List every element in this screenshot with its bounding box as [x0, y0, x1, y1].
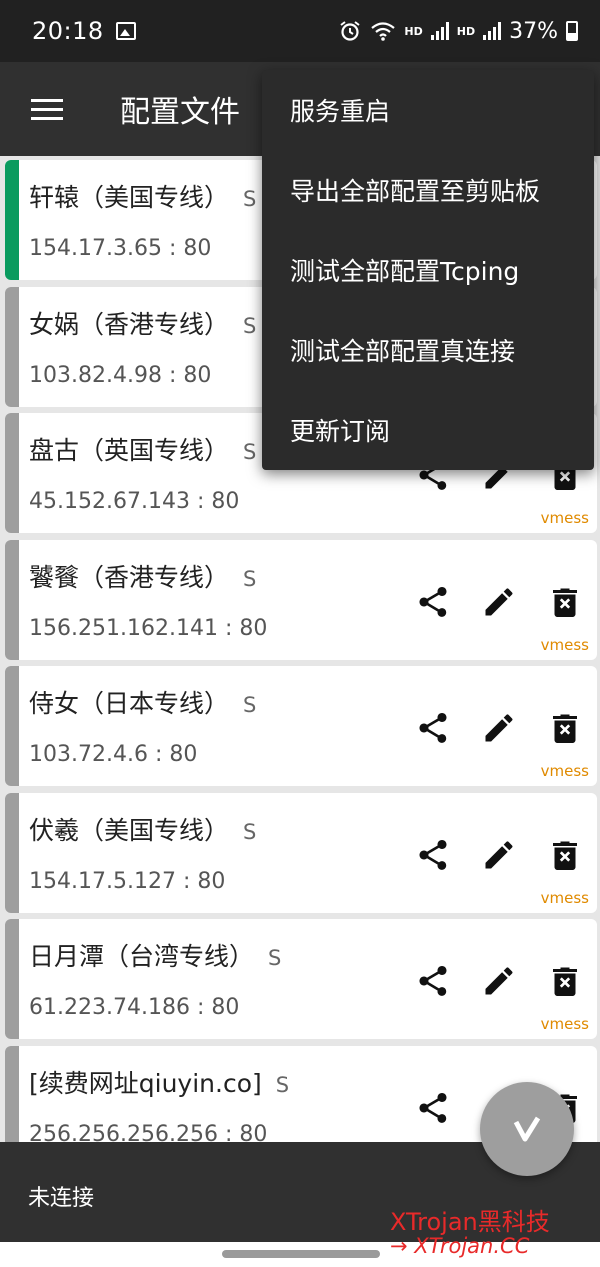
delete-icon[interactable] — [547, 837, 583, 873]
server-subscription-tag: S — [243, 693, 257, 717]
alarm-icon — [340, 21, 361, 41]
v-logo-icon — [513, 1116, 541, 1142]
overflow-menu: 服务重启 导出全部配置至剪贴板 测试全部配置Tcping 测试全部配置真连接 更… — [262, 70, 594, 470]
server-name: [续费网址qiuyin.co] — [29, 1068, 262, 1098]
battery-percent: 37% — [509, 18, 558, 44]
server-subscription-tag: S — [243, 819, 257, 844]
share-icon[interactable] — [415, 584, 451, 620]
hd-label: HD — [456, 24, 476, 38]
page-title: 配置文件 — [120, 95, 240, 130]
watermark-url: → XTrojan.CC — [390, 1234, 530, 1258]
share-icon[interactable] — [415, 710, 451, 746]
edit-icon[interactable] — [481, 710, 517, 746]
menu-item-export-all-to-clipboard[interactable]: 导出全部配置至剪贴板 — [262, 150, 594, 230]
selection-indicator — [5, 792, 19, 913]
selection-indicator — [5, 539, 19, 660]
wifi-icon — [371, 22, 396, 41]
server-subscription-tag: S — [243, 313, 257, 338]
menu-item-update-subscription[interactable]: 更新订阅 — [262, 390, 594, 470]
server-subscription-tag: S — [275, 1072, 290, 1097]
image-icon — [115, 22, 136, 40]
protocol-type: vmess — [540, 509, 589, 527]
selection-indicator — [5, 413, 19, 533]
server-name: 轩辕（美国专线） — [29, 183, 230, 212]
home-gesture-handle[interactable] — [222, 1250, 380, 1258]
server-address: 45.152.67.143 : 80 — [29, 489, 240, 514]
protocol-type: vmess — [540, 762, 589, 780]
connect-fab-button[interactable] — [480, 1082, 574, 1176]
server-address: 61.223.74.186 : 80 — [29, 995, 240, 1020]
edit-icon[interactable] — [481, 584, 517, 620]
server-actions — [415, 584, 583, 620]
server-address: 154.17.3.65 : 80 — [29, 236, 212, 261]
protocol-type: vmess — [540, 635, 589, 654]
share-icon[interactable] — [415, 837, 451, 873]
server-actions — [415, 710, 583, 746]
status-icons: HD HD 37% — [338, 19, 578, 44]
selection-indicator — [5, 160, 19, 280]
protocol-type: vmess — [540, 1015, 589, 1033]
delete-icon[interactable] — [547, 963, 583, 999]
server-name: 伏羲（美国专线） — [29, 815, 230, 845]
protocol-type: vmess — [540, 888, 589, 907]
server-address: 256.256.256.256 : 80 — [29, 1121, 268, 1143]
signal-icon — [483, 22, 502, 40]
server-address: 156.251.162.141 : 80 — [29, 615, 268, 641]
menu-item-test-all-real-connection[interactable]: 测试全部配置真连接 — [262, 310, 594, 390]
server-subscription-tag: S — [243, 187, 257, 211]
battery-icon — [566, 21, 578, 41]
server-address: 154.17.5.127 : 80 — [29, 868, 226, 894]
server-address: 103.72.4.6 : 80 — [29, 742, 198, 767]
server-subscription-tag: S — [268, 946, 282, 970]
connection-status: 未连接 — [28, 1186, 95, 1211]
status-bar: 20:18 HD HD 37% — [0, 0, 600, 62]
delete-icon[interactable] — [547, 584, 583, 620]
server-card[interactable]: 伏羲（美国专线） S 154.17.5.127 : 80 vmess — [5, 792, 597, 913]
server-name: 日月潭（台湾专线） — [29, 942, 255, 971]
server-name: 饕餮（香港专线） — [29, 562, 230, 592]
selection-indicator — [5, 919, 19, 1039]
hd-label: HD — [404, 24, 423, 38]
hamburger-menu-icon[interactable] — [0, 62, 80, 156]
server-name: 盘古（英国专线） — [29, 436, 230, 465]
share-icon[interactable] — [415, 963, 451, 999]
signal-icon — [430, 22, 449, 40]
status-time: 20:18 — [32, 17, 104, 45]
delete-icon[interactable] — [547, 710, 583, 746]
server-name: 女娲（香港专线） — [29, 309, 230, 339]
server-name: 侍女（日本专线） — [29, 689, 230, 718]
edit-icon[interactable] — [481, 837, 517, 873]
server-subscription-tag: S — [243, 566, 257, 591]
server-actions — [415, 963, 583, 999]
server-address: 103.82.4.98 : 80 — [29, 362, 212, 388]
selection-indicator — [5, 666, 19, 786]
server-card[interactable]: 日月潭（台湾专线） S 61.223.74.186 : 80 vmess — [5, 919, 597, 1039]
server-subscription-tag: S — [243, 440, 257, 464]
server-card[interactable]: 饕餮（香港专线） S 156.251.162.141 : 80 vmess — [5, 539, 597, 660]
menu-item-restart-service[interactable]: 服务重启 — [262, 70, 594, 150]
selection-indicator — [5, 1045, 19, 1142]
server-card[interactable]: 侍女（日本专线） S 103.72.4.6 : 80 vmess — [5, 666, 597, 786]
watermark-text: XTrojan黑科技 — [390, 1208, 550, 1236]
selection-indicator — [5, 286, 19, 407]
menu-item-test-all-tcping[interactable]: 测试全部配置Tcping — [262, 230, 594, 310]
edit-icon[interactable] — [481, 963, 517, 999]
server-actions — [415, 837, 583, 873]
share-icon[interactable] — [415, 1090, 451, 1126]
